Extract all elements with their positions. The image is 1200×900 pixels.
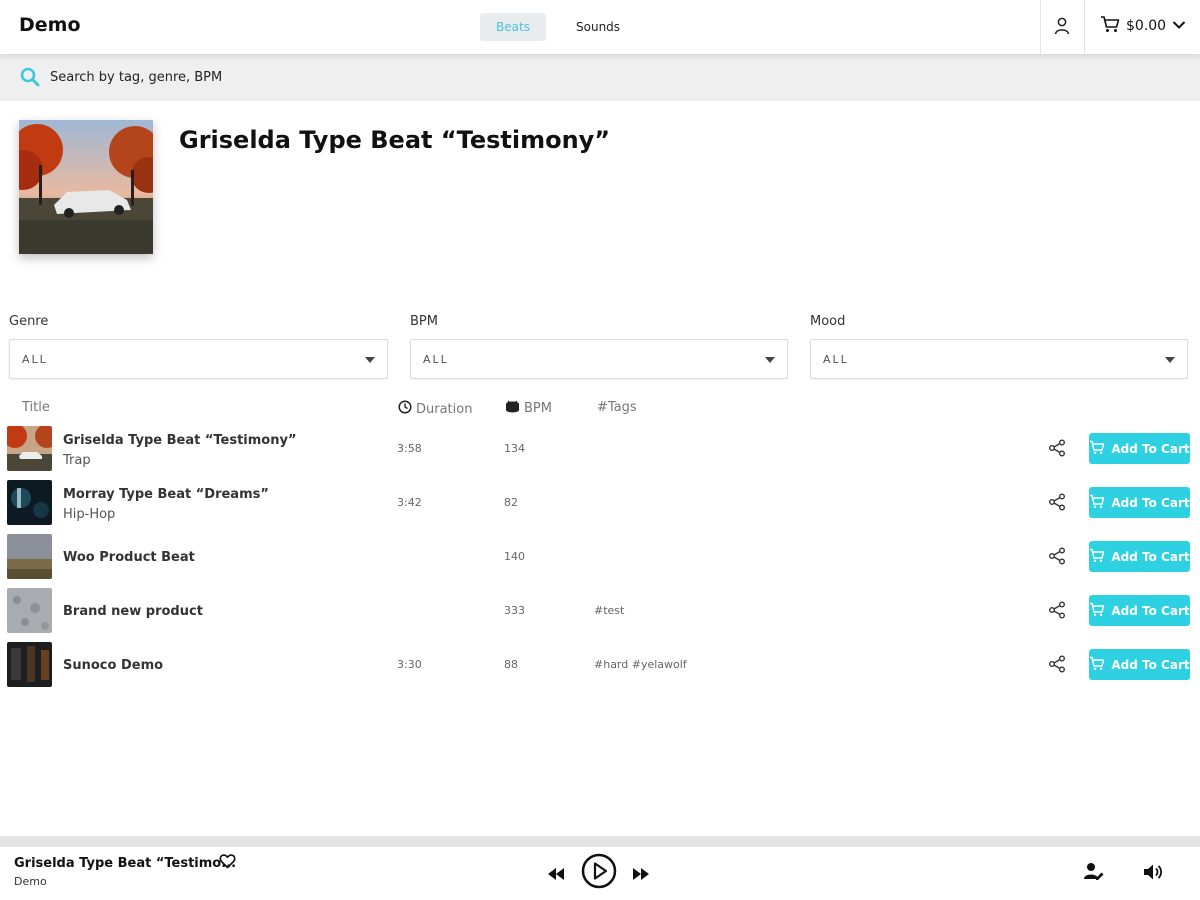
table-row[interactable]: Woo Product Beat 140 Add To Cart xyxy=(0,534,1200,588)
header-divider xyxy=(1040,0,1041,54)
table-row[interactable]: Griselda Type Beat “Testimony” Trap 3:58… xyxy=(0,426,1200,480)
search-input[interactable]: Search by tag, genre, BPM xyxy=(50,70,222,85)
cover-art xyxy=(19,120,153,254)
player-artist: Demo xyxy=(14,875,47,888)
column-header-title: Title xyxy=(22,400,50,415)
table-row[interactable]: Brand new product 333 #test Add To Cart xyxy=(0,588,1200,642)
track-title[interactable]: Woo Product Beat xyxy=(63,550,195,565)
track-bpm: 88 xyxy=(504,658,518,671)
cart-icon xyxy=(1100,15,1120,37)
track-bpm: 82 xyxy=(504,496,518,509)
track-thumbnail[interactable] xyxy=(7,426,52,471)
track-title[interactable]: Sunoco Demo xyxy=(63,658,163,673)
user-edit-icon[interactable] xyxy=(1084,862,1104,884)
add-to-cart-button[interactable]: Add To Cart xyxy=(1089,595,1190,626)
search-bar[interactable]: Search by tag, genre, BPM xyxy=(0,54,1200,101)
player-track-title[interactable]: Griselda Type Beat “Testimo... xyxy=(14,856,236,871)
track-duration: 3:58 xyxy=(397,442,422,455)
user-icon[interactable] xyxy=(1054,17,1072,37)
cart-plus-icon xyxy=(1089,656,1105,674)
track-duration: 3:42 xyxy=(397,496,422,509)
player-progress-bar[interactable] xyxy=(0,836,1200,847)
mood-select[interactable]: ALL xyxy=(810,339,1188,379)
cart-plus-icon xyxy=(1089,602,1105,620)
mood-select-value: ALL xyxy=(823,353,849,366)
add-to-cart-label: Add To Cart xyxy=(1111,603,1190,618)
track-tags[interactable]: #hard #yelawolf xyxy=(594,658,687,671)
caret-down-icon xyxy=(1165,357,1175,363)
filter-label-mood: Mood xyxy=(810,314,846,329)
share-icon[interactable] xyxy=(1048,547,1066,565)
add-to-cart-button[interactable]: Add To Cart xyxy=(1089,433,1190,464)
track-thumbnail[interactable] xyxy=(7,534,52,579)
column-header-bpm-label: BPM xyxy=(524,401,552,416)
page-title: Griselda Type Beat “Testimony” xyxy=(179,126,611,154)
column-header-tags: #Tags xyxy=(597,400,637,415)
clock-icon xyxy=(398,400,412,418)
track-genre: Trap xyxy=(63,453,91,468)
column-header-duration: Duration xyxy=(398,400,472,418)
bpm-select[interactable]: ALL xyxy=(410,339,788,379)
table-row[interactable]: Morray Type Beat “Dreams” Hip-Hop 3:42 8… xyxy=(0,480,1200,534)
search-icon xyxy=(20,67,40,91)
table-row[interactable]: Sunoco Demo 3:30 88 #hard #yelawolf Add … xyxy=(0,642,1200,696)
track-genre: Hip-Hop xyxy=(63,507,116,522)
share-icon[interactable] xyxy=(1048,439,1066,457)
brand-logo[interactable]: Demo xyxy=(19,14,81,36)
track-bpm: 134 xyxy=(504,442,525,455)
bpm-select-value: ALL xyxy=(423,353,449,366)
filter-label-bpm: BPM xyxy=(410,314,438,329)
share-icon[interactable] xyxy=(1048,493,1066,511)
caret-down-icon xyxy=(365,357,375,363)
genre-select-value: ALL xyxy=(22,353,48,366)
track-tags[interactable]: #test xyxy=(594,604,624,617)
column-header-bpm: BPM xyxy=(505,400,552,417)
share-icon[interactable] xyxy=(1048,601,1066,619)
filter-label-genre: Genre xyxy=(9,314,49,329)
rewind-icon[interactable] xyxy=(548,865,564,884)
track-title[interactable]: Griselda Type Beat “Testimony” xyxy=(63,433,297,448)
play-icon[interactable] xyxy=(581,853,617,893)
chevron-down-icon xyxy=(1172,18,1186,34)
audio-player: Griselda Type Beat “Testimo... Demo xyxy=(0,847,1200,900)
genre-select[interactable]: ALL xyxy=(9,339,388,379)
column-header-duration-label: Duration xyxy=(416,401,473,417)
track-title[interactable]: Morray Type Beat “Dreams” xyxy=(63,487,269,502)
main-nav: Beats Sounds xyxy=(480,13,640,41)
caret-down-icon xyxy=(765,357,775,363)
track-bpm: 140 xyxy=(504,550,525,563)
column-header-title-label: Title xyxy=(22,400,50,415)
add-to-cart-button[interactable]: Add To Cart xyxy=(1089,649,1190,680)
track-thumbnail[interactable] xyxy=(7,642,52,687)
track-bpm: 333 xyxy=(504,604,525,617)
tab-beats[interactable]: Beats xyxy=(480,13,546,41)
tab-sounds[interactable]: Sounds xyxy=(556,13,640,41)
cart-plus-icon xyxy=(1089,440,1105,458)
add-to-cart-label: Add To Cart xyxy=(1111,657,1190,672)
track-thumbnail[interactable] xyxy=(7,588,52,633)
add-to-cart-label: Add To Cart xyxy=(1111,441,1190,456)
share-icon[interactable] xyxy=(1048,655,1066,673)
add-to-cart-label: Add To Cart xyxy=(1111,495,1190,510)
track-duration: 3:30 xyxy=(397,658,422,671)
heart-icon[interactable] xyxy=(219,853,236,873)
drum-icon xyxy=(505,400,520,417)
cart-total: $0.00 xyxy=(1126,18,1167,34)
track-thumbnail[interactable] xyxy=(7,480,52,525)
cart-plus-icon xyxy=(1089,494,1105,512)
header-divider xyxy=(1084,0,1085,54)
add-to-cart-button[interactable]: Add To Cart xyxy=(1089,541,1190,572)
volume-icon[interactable] xyxy=(1143,863,1163,885)
track-title[interactable]: Brand new product xyxy=(63,604,203,619)
add-to-cart-button[interactable]: Add To Cart xyxy=(1089,487,1190,518)
top-header: Demo Beats Sounds $0.00 xyxy=(0,0,1200,54)
add-to-cart-label: Add To Cart xyxy=(1111,549,1190,564)
column-header-tags-label: #Tags xyxy=(597,400,637,415)
cart-button[interactable]: $0.00 xyxy=(1100,15,1186,37)
fast-forward-icon[interactable] xyxy=(633,865,649,884)
cart-plus-icon xyxy=(1089,548,1105,566)
